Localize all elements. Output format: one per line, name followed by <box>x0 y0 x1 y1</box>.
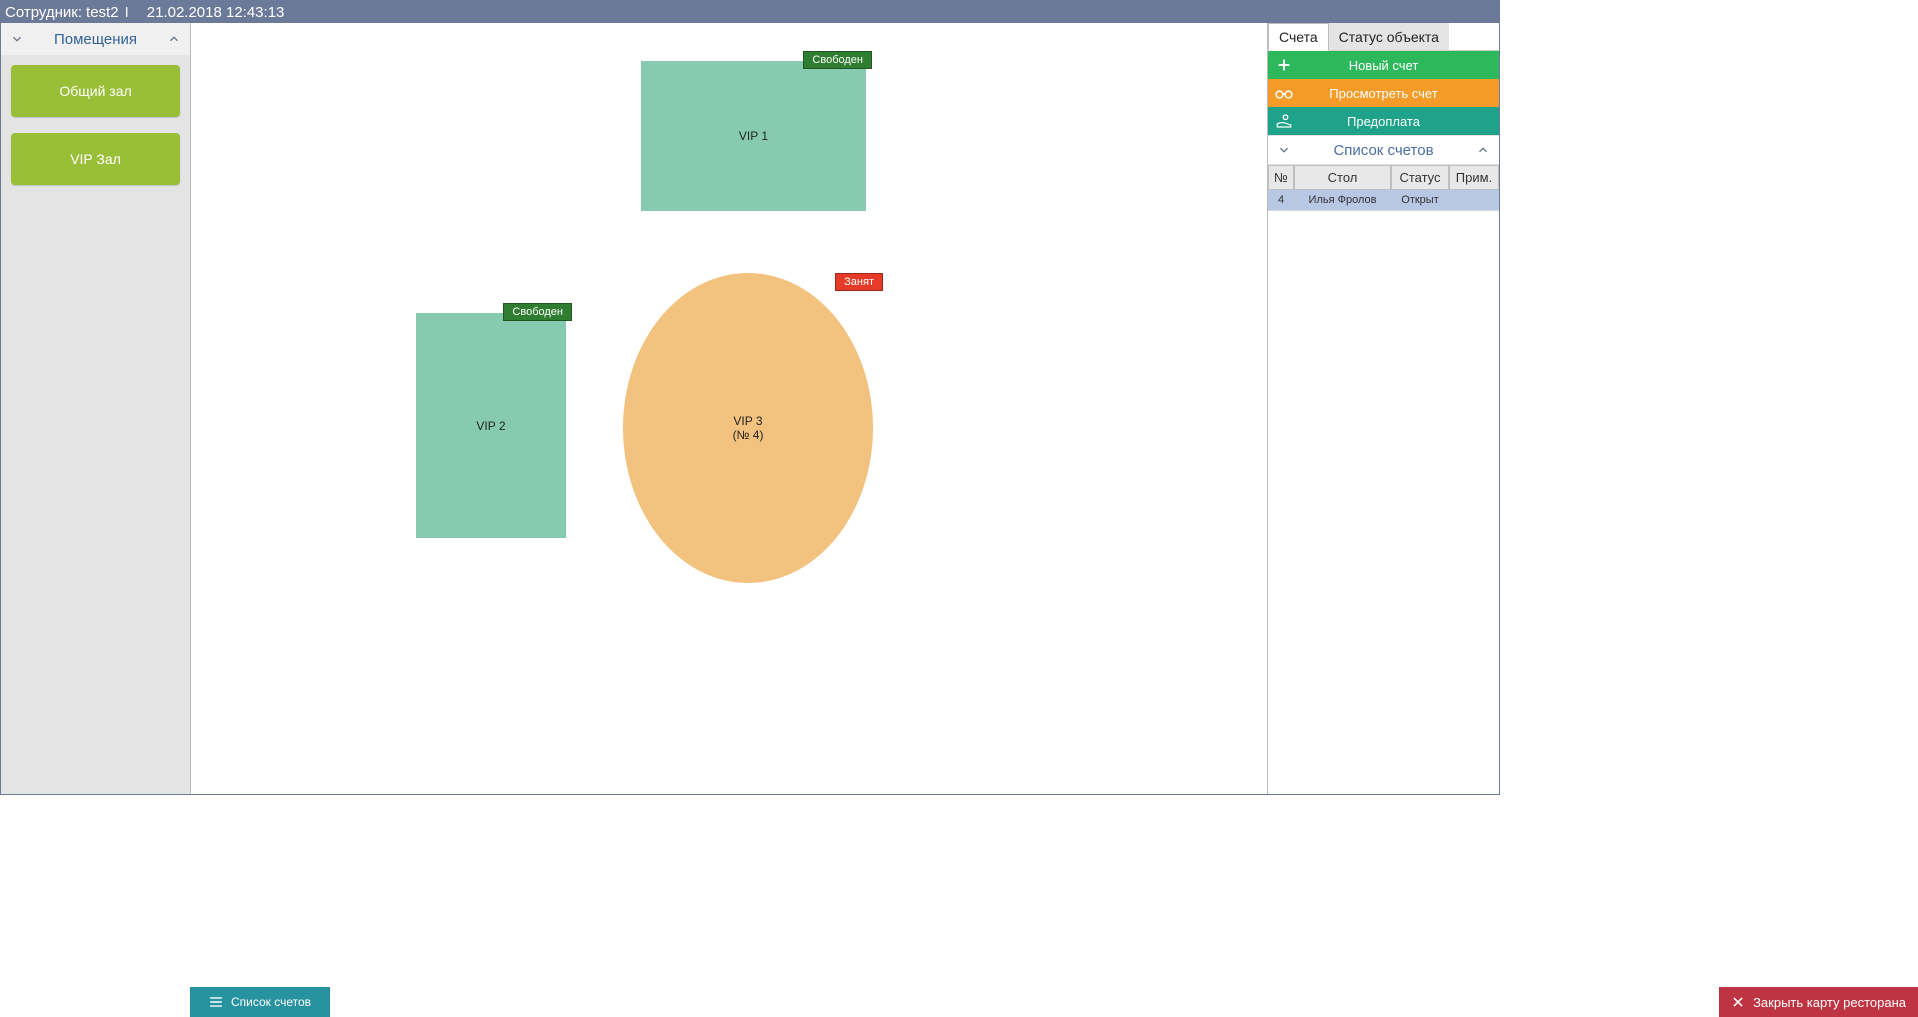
tab-label: Статус объекта <box>1339 29 1439 45</box>
chevron-down-icon[interactable] <box>9 31 25 47</box>
bills-list-header: Список счетов <box>1268 135 1499 165</box>
floor-map[interactable]: Свободен VIP 1 Свободен VIP 2 Занят VIP … <box>191 23 1267 794</box>
table-label: VIP 3 <box>733 414 762 428</box>
prepay-button[interactable]: Предоплата <box>1268 107 1499 135</box>
table-label: VIP 1 <box>739 129 768 143</box>
col-header-note[interactable]: Прим. <box>1449 165 1499 190</box>
col-header-status[interactable]: Статус <box>1391 165 1449 190</box>
hand-coin-icon <box>1268 113 1300 129</box>
room-button-common[interactable]: Общий зал <box>11 65 180 117</box>
bills-list-title: Список счетов <box>1292 142 1475 159</box>
button-label: Список счетов <box>231 995 311 1009</box>
table-vip2[interactable]: Свободен VIP 2 <box>416 313 566 538</box>
close-icon <box>1731 995 1745 1009</box>
chevron-up-icon[interactable] <box>1475 142 1491 158</box>
chevron-down-icon[interactable] <box>1276 142 1292 158</box>
room-label: VIP Зал <box>70 151 121 167</box>
topbar-datetime: 21.02.2018 12:43:13 <box>147 4 285 21</box>
topbar-separator: I <box>125 4 129 21</box>
app-window: Сотрудник: test2 I 21.02.2018 12:43:13 П… <box>0 0 1500 795</box>
employee-name: test2 <box>86 4 119 21</box>
table-vip3[interactable]: Занят VIP 3 (№ 4) <box>623 273 873 583</box>
bills-panel: Счета Статус объекта Новый счет <box>1267 23 1499 794</box>
table-sub-label: (№ 4) <box>733 428 764 442</box>
hamburger-icon <box>209 996 223 1008</box>
bills-list-bottom-button[interactable]: Список счетов <box>190 987 330 1017</box>
action-buttons: Новый счет Просмотреть счет Предоплата <box>1268 51 1499 135</box>
bills-grid: № Стол Статус Прим. 4 Илья Фролов Открыт <box>1268 165 1499 211</box>
col-header-table[interactable]: Стол <box>1294 165 1391 190</box>
grid-header-row: № Стол Статус Прим. <box>1268 165 1499 190</box>
view-bill-button[interactable]: Просмотреть счет <box>1268 79 1499 107</box>
chevron-up-icon[interactable] <box>166 31 182 47</box>
button-label: Просмотреть счет <box>1300 86 1499 101</box>
room-button-vip[interactable]: VIP Зал <box>11 133 180 185</box>
tab-label: Счета <box>1279 29 1318 45</box>
cell-table: Илья Фролов <box>1294 190 1391 211</box>
right-tabs: Счета Статус объекта <box>1268 23 1499 51</box>
button-label: Закрыть карту ресторана <box>1753 995 1906 1010</box>
col-header-no[interactable]: № <box>1268 165 1294 190</box>
new-bill-button[interactable]: Новый счет <box>1268 51 1499 79</box>
table-vip1[interactable]: Свободен VIP 1 <box>641 61 866 211</box>
tab-object-status[interactable]: Статус объекта <box>1329 23 1449 50</box>
plus-icon <box>1268 57 1300 73</box>
cell-status: Открыт <box>1391 190 1449 211</box>
close-map-button[interactable]: Закрыть карту ресторана <box>1719 987 1918 1017</box>
room-label: Общий зал <box>59 83 131 99</box>
button-label: Новый счет <box>1300 58 1499 73</box>
status-badge: Свободен <box>803 51 872 69</box>
status-badge: Свободен <box>503 303 572 321</box>
top-bar: Сотрудник: test2 I 21.02.2018 12:43:13 <box>1 1 1499 23</box>
status-badge: Занят <box>835 273 883 291</box>
grid-row[interactable]: 4 Илья Фролов Открыт <box>1268 190 1499 211</box>
tab-bills[interactable]: Счета <box>1268 23 1329 51</box>
binoculars-icon <box>1268 86 1300 100</box>
cell-note <box>1449 190 1499 211</box>
rooms-panel-title: Помещения <box>25 31 166 48</box>
main-area: Помещения Общий зал VIP Зал Свободен VIP… <box>1 23 1499 794</box>
button-label: Предоплата <box>1300 114 1499 129</box>
rooms-panel-header: Помещения <box>1 23 190 55</box>
employee-label: Сотрудник: <box>5 4 82 21</box>
rooms-sidebar: Помещения Общий зал VIP Зал <box>1 23 191 794</box>
cell-no: 4 <box>1268 190 1294 211</box>
table-label: VIP 2 <box>476 419 505 433</box>
